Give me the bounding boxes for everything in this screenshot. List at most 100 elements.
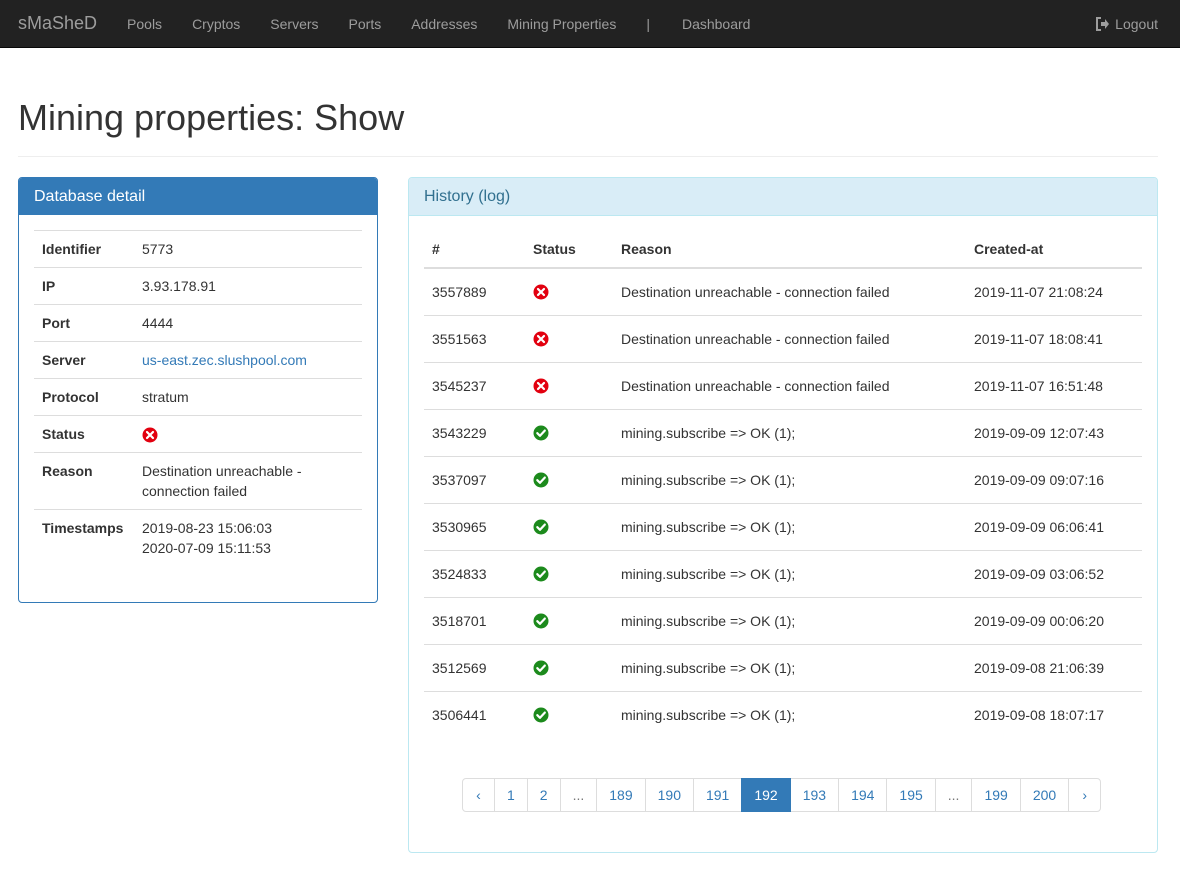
nav-addresses[interactable]: Addresses bbox=[411, 16, 477, 32]
detail-value: 5773 bbox=[134, 230, 362, 268]
check-icon bbox=[533, 519, 549, 535]
detail-row-identifier: Identifier 5773 bbox=[34, 230, 362, 268]
log-reason: mining.subscribe => OK (1); bbox=[613, 596, 966, 644]
error-icon bbox=[142, 427, 158, 443]
history-header-row: # Status Reason Created-at bbox=[424, 231, 1142, 269]
history-table: # Status Reason Created-at 3557889 Destin… bbox=[424, 231, 1142, 738]
log-status bbox=[525, 361, 613, 409]
page-2[interactable]: 2 bbox=[526, 778, 561, 812]
log-reason: mining.subscribe => OK (1); bbox=[613, 502, 966, 550]
detail-row-status: Status bbox=[34, 415, 362, 453]
nav-dashboard[interactable]: Dashboard bbox=[682, 16, 751, 32]
detail-row-timestamps: Timestamps 2019-08-23 15:06:03 2020-07-0… bbox=[34, 509, 362, 566]
check-icon bbox=[533, 660, 549, 676]
logout-icon bbox=[1096, 17, 1110, 31]
table-row: 3530965 mining.subscribe => OK (1); 2019-0… bbox=[424, 502, 1142, 550]
nav-cryptos[interactable]: Cryptos bbox=[192, 16, 240, 32]
col-status-header: Status bbox=[525, 231, 613, 269]
detail-value: 3.93.178.91 bbox=[134, 267, 362, 305]
detail-key: Port bbox=[34, 304, 134, 342]
page-190[interactable]: 190 bbox=[644, 778, 694, 812]
log-id: 3545237 bbox=[424, 361, 525, 409]
nav-ports[interactable]: Ports bbox=[349, 16, 382, 32]
log-created-at: 2019-09-09 09:07:16 bbox=[966, 455, 1142, 503]
page-195[interactable]: 195 bbox=[886, 778, 936, 812]
timestamp-updated: 2020-07-09 15:11:53 bbox=[142, 540, 271, 556]
log-created-at: 2019-09-08 18:07:17 bbox=[966, 690, 1142, 738]
page-189[interactable]: 189 bbox=[596, 778, 646, 812]
database-detail-heading: Database detail bbox=[19, 178, 377, 215]
col-created-header: Created-at bbox=[966, 231, 1142, 269]
log-status bbox=[525, 455, 613, 503]
page-200[interactable]: 200 bbox=[1019, 778, 1070, 812]
nav-separator: | bbox=[646, 15, 650, 32]
log-reason: Destination unreachable - connection fai… bbox=[613, 314, 966, 362]
logout-link[interactable]: Logout bbox=[1096, 0, 1158, 48]
detail-key: Reason bbox=[34, 452, 134, 510]
table-row: 3543229 mining.subscribe => OK (1); 2019-0… bbox=[424, 408, 1142, 456]
top-navbar: sMaSheD Pools Cryptos Servers Ports Addr… bbox=[0, 0, 1180, 48]
table-row: 3506441 mining.subscribe => OK (1); 2019-0… bbox=[424, 690, 1142, 738]
log-reason: mining.subscribe => OK (1); bbox=[613, 690, 966, 738]
nav-servers[interactable]: Servers bbox=[270, 16, 318, 32]
detail-row-server: Server us-east.zec.slushpool.com bbox=[34, 341, 362, 379]
log-created-at: 2019-09-08 21:06:39 bbox=[966, 643, 1142, 691]
page-title: Mining properties: Show bbox=[18, 97, 405, 138]
log-id: 3518701 bbox=[424, 596, 525, 644]
page-192[interactable]: 192 bbox=[741, 778, 791, 812]
log-created-at: 2019-09-09 06:06:41 bbox=[966, 502, 1142, 550]
timestamp-created: 2019-08-23 15:06:03 bbox=[142, 520, 272, 536]
page-194[interactable]: 194 bbox=[838, 778, 888, 812]
log-created-at: 2019-09-09 12:07:43 bbox=[966, 408, 1142, 456]
page-prev[interactable]: ‹ bbox=[462, 778, 495, 812]
log-status bbox=[525, 408, 613, 456]
page-193[interactable]: 193 bbox=[789, 778, 840, 812]
log-status bbox=[525, 502, 613, 550]
log-reason: Destination unreachable - connection fai… bbox=[621, 283, 890, 300]
log-id: 3537097 bbox=[424, 455, 525, 503]
table-row: 3551563 Destination unreachable - connect… bbox=[424, 314, 1142, 362]
check-icon bbox=[533, 425, 549, 441]
nav-pools[interactable]: Pools bbox=[127, 16, 162, 32]
log-id: 3543229 bbox=[424, 408, 525, 456]
page-199[interactable]: 199 bbox=[971, 778, 1021, 812]
log-status bbox=[525, 549, 613, 597]
detail-row-port: Port 4444 bbox=[34, 304, 362, 342]
table-row: 3524833 mining.subscribe => OK (1); 2019-0… bbox=[424, 549, 1142, 597]
table-row: 3557889 Destination unreachable - connect… bbox=[424, 268, 1142, 315]
detail-key: IP bbox=[34, 267, 134, 305]
page-191[interactable]: 191 bbox=[692, 778, 743, 812]
log-id: 3557889 bbox=[432, 283, 487, 300]
detail-table: Identifier 5773 IP 3.93.178.91 Port 4444… bbox=[34, 230, 362, 566]
col-reason-header: Reason bbox=[613, 231, 966, 269]
history-log-panel: History (log) # Status Reason Created-at… bbox=[408, 177, 1158, 853]
check-icon bbox=[533, 707, 549, 723]
detail-value: Destination unreachable - connection fai… bbox=[134, 452, 362, 510]
log-created-at: 2019-09-09 03:06:52 bbox=[966, 549, 1142, 597]
server-link[interactable]: us-east.zec.slushpool.com bbox=[142, 352, 307, 368]
page-ellipsis: ... bbox=[934, 778, 973, 812]
log-id: 3551563 bbox=[424, 314, 525, 362]
table-row: 3512569 mining.subscribe => OK (1); 2019-0… bbox=[424, 643, 1142, 691]
log-reason: mining.subscribe => OK (1); bbox=[613, 549, 966, 597]
log-status bbox=[525, 596, 613, 644]
error-icon bbox=[533, 331, 549, 347]
col-id-header: # bbox=[424, 231, 525, 269]
error-icon bbox=[533, 378, 549, 394]
log-created-at: 2019-09-09 00:06:20 bbox=[966, 596, 1142, 644]
log-status bbox=[525, 314, 613, 362]
check-icon bbox=[533, 566, 549, 582]
error-icon bbox=[533, 284, 549, 300]
log-id: 3524833 bbox=[424, 549, 525, 597]
log-id: 3530965 bbox=[424, 502, 525, 550]
log-reason: mining.subscribe => OK (1); bbox=[613, 643, 966, 691]
log-status bbox=[525, 268, 613, 315]
detail-key: Timestamps bbox=[34, 509, 134, 566]
brand-link[interactable]: sMaSheD bbox=[18, 13, 97, 34]
nav-mining-properties[interactable]: Mining Properties bbox=[507, 16, 616, 32]
check-icon bbox=[533, 472, 549, 488]
detail-key: Server bbox=[34, 341, 134, 379]
page-next[interactable]: › bbox=[1068, 778, 1102, 812]
log-created-at: 2019-11-07 21:08:24 bbox=[974, 283, 1103, 300]
page-1[interactable]: 1 bbox=[494, 778, 528, 812]
